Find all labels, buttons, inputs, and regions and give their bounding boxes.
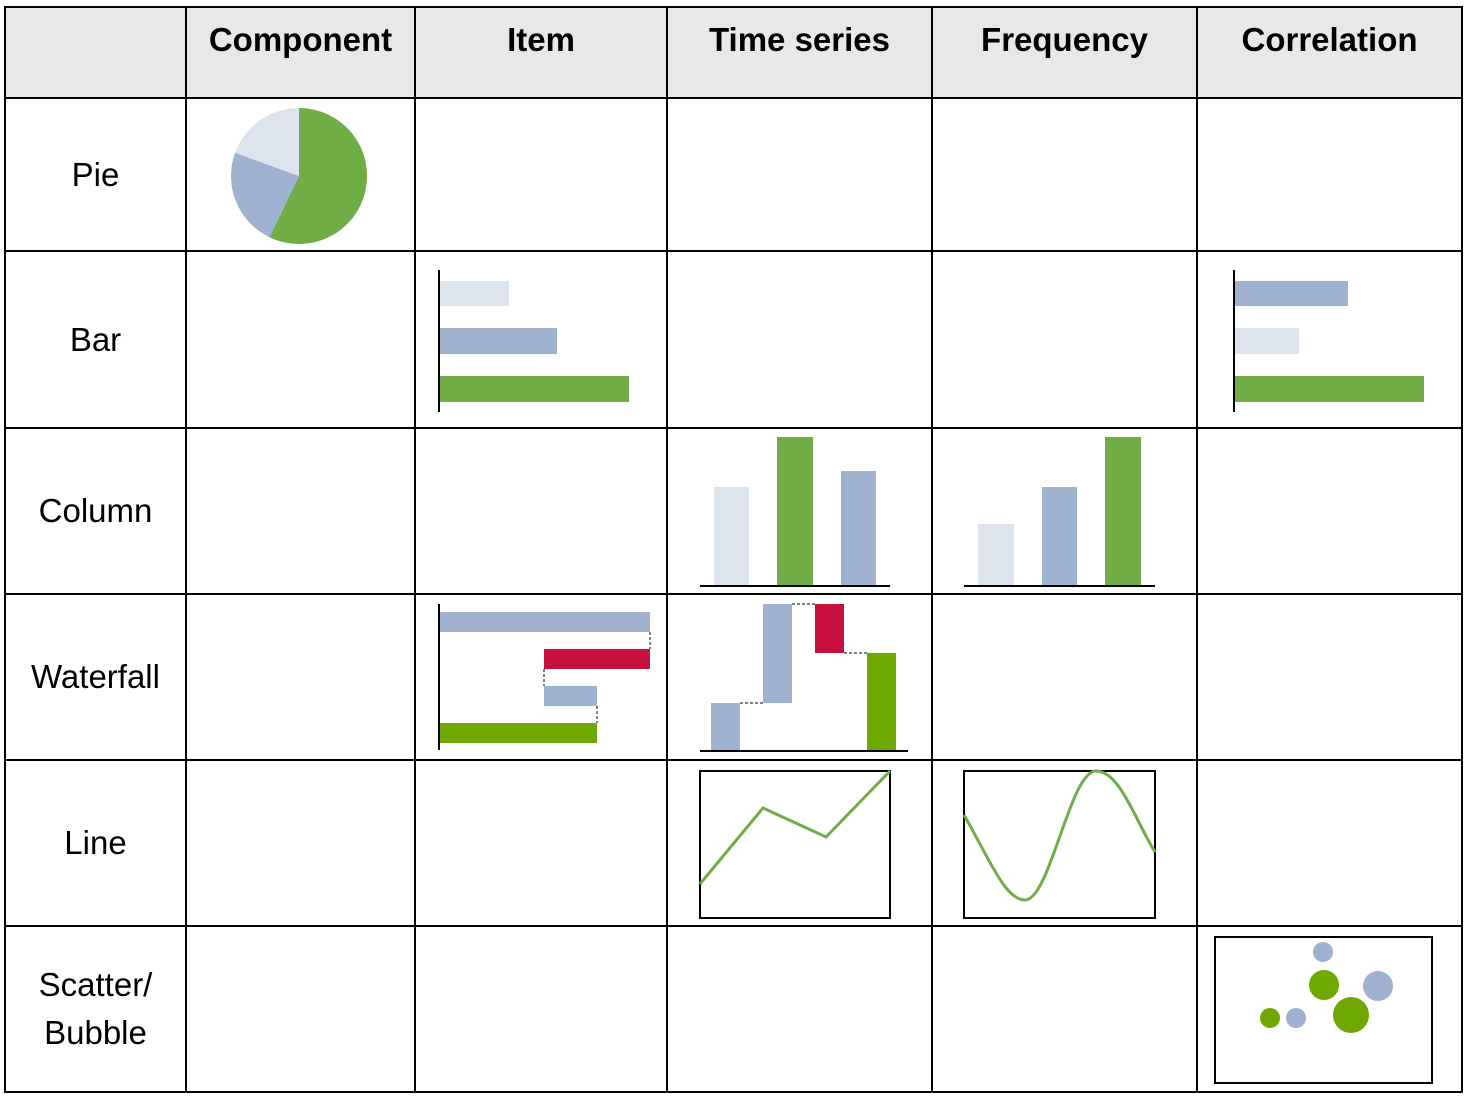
waterfall-bar — [440, 723, 597, 743]
column-frequency-illustration — [964, 437, 1155, 587]
waterfall-bar — [867, 653, 896, 751]
bubble — [1260, 1008, 1280, 1028]
bar-correlation-illustration — [1233, 270, 1424, 412]
waterfall-bar — [711, 703, 740, 751]
bar — [1235, 376, 1424, 402]
column — [1042, 487, 1077, 586]
column — [1105, 437, 1141, 586]
bar — [440, 376, 629, 402]
waterfall-item-illustration — [438, 604, 651, 750]
bar-item-illustration — [438, 270, 629, 412]
bubble — [1313, 942, 1333, 962]
bubble — [1286, 1008, 1306, 1028]
bubble — [1309, 970, 1339, 1000]
line-series — [698, 769, 892, 885]
bar — [440, 281, 509, 306]
bubble — [1363, 971, 1393, 1001]
line-series — [962, 769, 1157, 902]
waterfall-time-series-illustration — [700, 603, 908, 752]
line-time-series-illustration — [698, 769, 892, 919]
waterfall-bar — [815, 604, 844, 653]
bar — [1235, 281, 1348, 306]
column — [777, 437, 813, 586]
column — [841, 471, 876, 586]
waterfall-bar — [763, 604, 792, 703]
pie-illustration — [230, 107, 368, 244]
plot-frame — [963, 770, 1156, 919]
waterfall-bar — [544, 649, 650, 669]
column — [978, 524, 1014, 586]
bar — [440, 328, 557, 354]
line-frequency-illustration — [962, 769, 1157, 919]
waterfall-bar — [440, 612, 650, 632]
bubble — [1333, 997, 1369, 1033]
waterfall-bar — [544, 686, 597, 706]
bar — [1235, 328, 1299, 354]
column — [714, 487, 749, 586]
chart-illustrations — [4, 6, 1463, 1093]
column-time-series-illustration — [700, 437, 890, 587]
bubble-correlation-illustration — [1214, 936, 1433, 1084]
plot-frame — [699, 770, 891, 919]
